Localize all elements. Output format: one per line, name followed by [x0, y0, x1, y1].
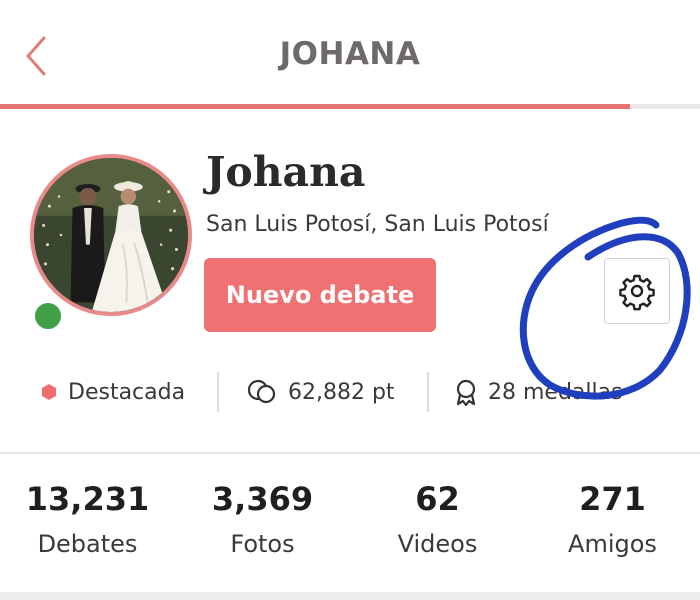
- hexagon-icon: [40, 383, 58, 401]
- stat-label: 28 medallas: [488, 379, 623, 405]
- profile-name: Johana: [206, 148, 366, 196]
- chat-bubbles-icon: [246, 378, 278, 406]
- online-status-dot: [32, 300, 64, 332]
- count-videos[interactable]: 62 Videos: [350, 470, 525, 558]
- settings-button[interactable]: [604, 258, 670, 324]
- profile-location: San Luis Potosí, San Luis Potosí: [206, 212, 549, 237]
- count-value: 13,231: [25, 480, 150, 518]
- count-value: 3,369: [211, 480, 314, 518]
- avatar[interactable]: [30, 154, 192, 316]
- stat-destacada[interactable]: Destacada: [40, 370, 185, 414]
- section-divider: [0, 452, 700, 454]
- gear-icon: [619, 274, 655, 311]
- count-label: Amigos: [568, 530, 657, 558]
- profile-stats-row: Destacada 62,882 pt 28 medallas: [0, 370, 700, 414]
- activity-counts: 13,231 Debates 3,369 Fotos 62 Videos 271…: [0, 470, 700, 580]
- count-label: Fotos: [230, 530, 295, 558]
- stat-label: 62,882 pt: [288, 379, 395, 405]
- count-debates[interactable]: 13,231 Debates: [0, 470, 175, 558]
- count-value: 62: [415, 480, 460, 518]
- medal-icon: [454, 378, 478, 406]
- count-amigos[interactable]: 271 Amigos: [525, 470, 700, 558]
- stat-label: Destacada: [68, 379, 186, 405]
- stats-divider: [427, 372, 429, 412]
- top-bar: JOHANA: [0, 0, 700, 110]
- header-progress-bar: [0, 104, 700, 109]
- stat-points[interactable]: 62,882 pt: [246, 370, 395, 414]
- new-debate-button[interactable]: Nuevo debate: [204, 258, 436, 332]
- count-label: Debates: [37, 530, 138, 558]
- stat-medals[interactable]: 28 medallas: [454, 370, 623, 414]
- page-title: JOHANA: [279, 36, 421, 72]
- count-label: Videos: [397, 530, 478, 558]
- header-progress-fill: [0, 104, 630, 109]
- stats-divider: [217, 372, 219, 412]
- bottom-divider: [0, 592, 700, 600]
- count-value: 271: [579, 480, 646, 518]
- count-fotos[interactable]: 3,369 Fotos: [175, 470, 350, 558]
